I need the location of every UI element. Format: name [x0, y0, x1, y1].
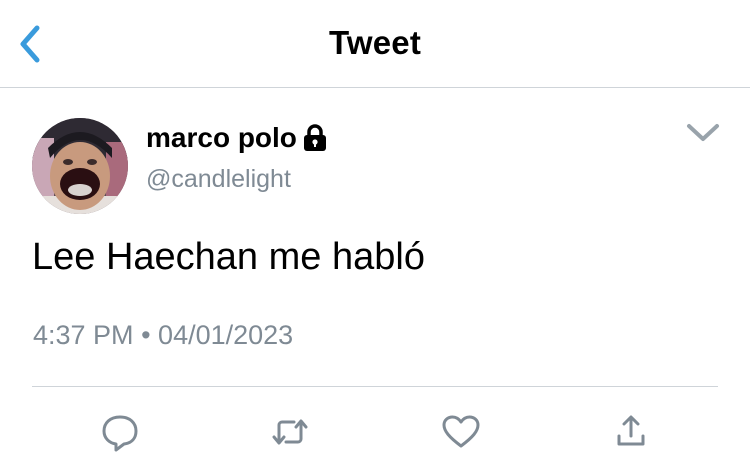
comment-icon [102, 415, 138, 452]
avatar[interactable] [32, 118, 128, 214]
tweet-timestamp: 4:37 PM • 04/01/2023 [33, 320, 293, 351]
page-title: Tweet [328, 24, 422, 61]
lock-icon [302, 123, 328, 153]
retweet-button[interactable] [270, 412, 310, 452]
tweet-text: Lee Haechan me habló [32, 236, 425, 278]
tweet-menu-button[interactable] [683, 118, 723, 148]
like-button[interactable] [441, 412, 481, 452]
tweet-date: 04/01/2023 [158, 320, 294, 350]
share-button[interactable] [611, 412, 651, 452]
top-nav-bar: Tweet [0, 0, 750, 88]
retweet-icon [272, 419, 308, 445]
tweet-time: 4:37 PM [33, 320, 134, 350]
timestamp-separator: • [141, 320, 151, 350]
author-handle[interactable]: @candlelight [146, 165, 291, 194]
chevron-down-icon [687, 124, 719, 141]
share-icon [617, 415, 645, 446]
divider [32, 386, 718, 387]
reply-button[interactable] [100, 412, 140, 452]
author-name-row: marco polo [146, 122, 328, 154]
author-display-name[interactable]: marco polo [146, 122, 297, 154]
heart-icon [442, 415, 480, 448]
